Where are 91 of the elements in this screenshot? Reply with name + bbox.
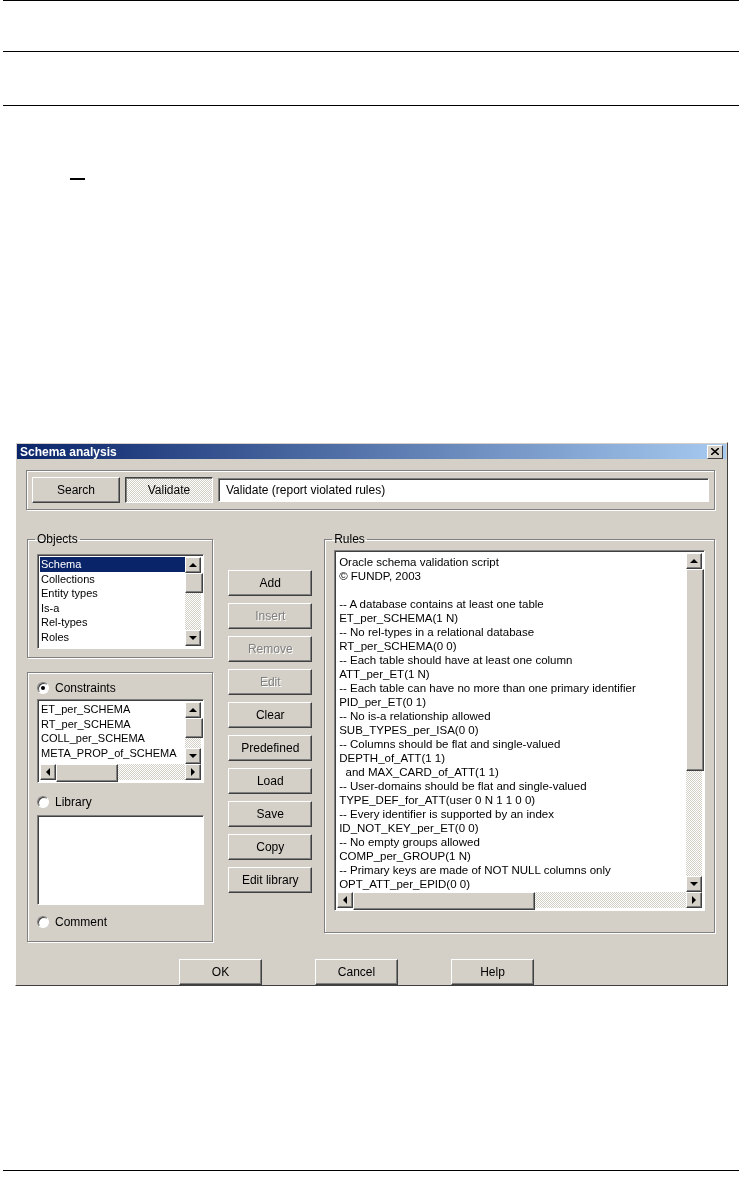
rule-line: COMP_per_GROUP(1 N): [339, 849, 472, 863]
radio-label[interactable]: Library: [55, 795, 92, 809]
rule-line: PID_per_ET(0 1): [339, 695, 428, 709]
horizontal-scrollbar[interactable]: [337, 892, 702, 908]
vertical-scrollbar[interactable]: [686, 553, 702, 892]
list-item[interactable]: ET_per_SCHEMA: [40, 702, 186, 717]
radio-button[interactable]: [37, 916, 49, 928]
close-icon: [711, 448, 719, 455]
horizontal-scrollbar[interactable]: [40, 764, 202, 780]
rule-line: © FUNDP, 2003: [339, 569, 422, 583]
rule-line: -- No is-a relationship allowed: [339, 709, 492, 723]
left-arrow-icon: [46, 768, 50, 776]
mode-button[interactable]: Validate: [125, 477, 213, 503]
scroll-right-button[interactable]: [686, 892, 702, 908]
rule-line: RT_per_SCHEMA(0 0): [339, 639, 458, 653]
scroll-down-button[interactable]: [686, 876, 702, 892]
group-label: Rules: [333, 532, 366, 546]
list-item[interactable]: Roles: [40, 629, 186, 644]
rule-line: TYPE_DEF_for_ATT(user 0 N 1 1 0 0): [339, 793, 537, 807]
window-title: Schema analysis: [20, 444, 117, 459]
objects-list[interactable]: Schema Collections Entity types Is-a Rel-types Roles: [37, 554, 205, 649]
down-arrow-icon: [189, 636, 198, 640]
rule-line: ATT_per_ET(1 N): [339, 667, 431, 681]
list-item[interactable]: META_PROP_of_SCHEMA: [40, 745, 186, 760]
list-item[interactable]: Is-a: [40, 600, 186, 615]
dialog-button[interactable]: OK: [179, 959, 262, 985]
rule-line: -- A database contains at least one table: [339, 597, 545, 611]
vertical-scrollbar[interactable]: [185, 702, 202, 764]
scroll-up-button[interactable]: [185, 702, 202, 718]
rule-line: -- No rel-types in a relational database: [339, 625, 536, 639]
library-text-area[interactable]: [37, 815, 205, 905]
constraints-list[interactable]: ET_per_SCHEMA RT_per_SCHEMA COLL_per_SCHEMA META_PROP_of_SCHEMA: [37, 699, 205, 783]
rule-line: SUB_TYPES_per_ISA(0 0): [339, 723, 480, 737]
scroll-left-button[interactable]: [337, 892, 354, 908]
rule-line: -- User-domains should be flat and single-valued: [339, 779, 588, 793]
list-item[interactable]: RT_per_SCHEMA: [40, 716, 186, 731]
rule-line: -- Primary keys are made of NOT NULL columns only: [339, 863, 612, 877]
vertical-scrollbar[interactable]: [185, 557, 202, 646]
scroll-down-button[interactable]: [185, 630, 202, 646]
group-label: Objects: [36, 532, 79, 546]
rule-line: DEPTH_of_ATT(1 1): [339, 751, 447, 765]
left-arrow-icon: [343, 896, 348, 904]
list-item[interactable]: COLL_per_SCHEMA: [40, 731, 186, 746]
radio-label[interactable]: Constraints: [55, 681, 116, 695]
rule-line: Oracle schema validation script: [339, 555, 500, 569]
right-arrow-icon: [191, 768, 196, 776]
scroll-up-button[interactable]: [686, 553, 702, 569]
scroll-thumb[interactable]: [686, 569, 704, 771]
rule-line: -- Columns should be flat and single-valued: [339, 737, 562, 751]
scroll-thumb[interactable]: [185, 573, 204, 593]
radio-button[interactable]: [37, 682, 49, 694]
rule-line: ET_per_SCHEMA(1 N): [339, 611, 460, 625]
mode-description-field[interactable]: Validate (report violated rules): [218, 478, 709, 502]
rule-line: ID_NOT_KEY_per_ET(0 0): [339, 821, 480, 835]
scroll-thumb[interactable]: [353, 892, 536, 910]
action-button[interactable]: Edit library: [228, 867, 313, 893]
list-item[interactable]: Rel-types: [40, 615, 186, 630]
action-button[interactable]: Copy: [228, 834, 313, 860]
action-button[interactable]: Add: [228, 570, 313, 596]
rule-line: and MAX_CARD_of_ATT(1 1): [344, 765, 500, 779]
rule-line: -- Each table can have no more than one primary identifier: [339, 681, 637, 695]
down-arrow-icon: [189, 754, 198, 758]
down-arrow-icon: [690, 882, 698, 886]
scroll-thumb[interactable]: [56, 764, 118, 782]
up-arrow-icon: [189, 708, 198, 712]
radio-button[interactable]: [37, 796, 49, 808]
close-button[interactable]: [707, 444, 723, 459]
list-item[interactable]: Collections: [40, 571, 186, 586]
radio-label[interactable]: Comment: [55, 915, 107, 929]
action-button[interactable]: Predefined: [228, 735, 313, 761]
action-button[interactable]: Save: [228, 801, 313, 827]
dialog-button[interactable]: Help: [451, 959, 534, 985]
scroll-left-button[interactable]: [40, 764, 56, 780]
up-arrow-icon: [690, 559, 698, 563]
scroll-up-button[interactable]: [185, 557, 202, 573]
rule-line: -- Every identifier is supported by an index: [339, 807, 555, 821]
scroll-right-button[interactable]: [185, 764, 202, 780]
list-item[interactable]: Schema: [40, 557, 186, 572]
rule-line: -- Each table should have at least one column: [339, 653, 574, 667]
rule-line: -- No empty groups allowed: [339, 835, 481, 849]
right-arrow-icon: [692, 896, 696, 904]
up-arrow-icon: [189, 563, 198, 567]
scroll-thumb[interactable]: [185, 718, 204, 738]
action-button[interactable]: Load: [228, 768, 313, 794]
list-item[interactable]: Entity types: [40, 586, 186, 601]
mode-button[interactable]: Search: [32, 477, 120, 503]
scroll-down-button[interactable]: [185, 748, 202, 764]
action-button[interactable]: Clear: [228, 702, 313, 728]
rule-line: OPT_ATT_per_EPID(0 0): [339, 877, 471, 891]
underscore-mark: [70, 178, 85, 180]
dialog-button[interactable]: Cancel: [315, 959, 398, 985]
